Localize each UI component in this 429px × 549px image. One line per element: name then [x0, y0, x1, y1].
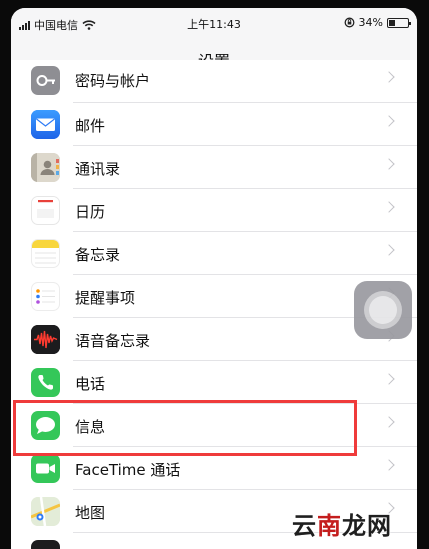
chevron-right-icon — [383, 416, 395, 428]
chevron-right-icon — [383, 244, 395, 256]
chevron-right-icon — [383, 373, 395, 385]
settings-row-label: 日历 — [75, 203, 106, 221]
watermark-logo: 云南龙网 — [292, 512, 392, 540]
settings-row-label: 提醒事项 — [75, 289, 136, 307]
calendar-icon — [31, 196, 60, 225]
phone-icon — [31, 368, 60, 397]
notes-icon — [31, 239, 60, 268]
facetime-icon — [31, 454, 60, 483]
settings-row-messages[interactable]: 信息 — [11, 404, 417, 447]
settings-row-contacts[interactable]: 通讯录 — [11, 146, 417, 189]
settings-row-label: FaceTime 通话 — [75, 461, 181, 479]
voice-memos-icon — [31, 325, 60, 354]
settings-row-notes[interactable]: 备忘录 — [11, 232, 417, 275]
settings-row-label: 地图 — [75, 504, 106, 522]
settings-row-label: 电话 — [75, 375, 106, 393]
settings-row-calendar[interactable]: 日历 — [11, 189, 417, 232]
battery-percent: 34% — [358, 16, 383, 29]
settings-row-phone[interactable]: 电话 — [11, 361, 417, 404]
settings-row-label: 密码与帐户 — [75, 72, 151, 90]
settings-row-label: 邮件 — [75, 117, 106, 135]
settings-row-label: 通讯录 — [75, 160, 121, 178]
chevron-right-icon — [383, 201, 395, 213]
device-frame: 中国电信 上午11:43 34% 密码与帐户 邮件 通讯录 日历 备忘录 提醒事… — [0, 0, 429, 549]
chevron-right-icon — [383, 71, 395, 83]
maps-icon — [31, 497, 60, 526]
chevron-right-icon — [383, 115, 395, 127]
status-right: 34% — [344, 16, 411, 29]
battery-fill — [389, 19, 395, 26]
battery-icon — [387, 17, 411, 28]
reminders-icon — [31, 282, 60, 311]
contacts-icon — [31, 153, 60, 182]
chevron-right-icon — [383, 459, 395, 471]
settings-row-label: 信息 — [75, 418, 106, 436]
settings-row-label: 备忘录 — [75, 246, 121, 264]
messages-icon — [31, 411, 60, 440]
key-icon — [31, 66, 60, 95]
app-icon — [31, 540, 60, 549]
chevron-right-icon — [383, 158, 395, 170]
orientation-lock-icon — [344, 17, 354, 28]
screen: 中国电信 上午11:43 34% 密码与帐户 邮件 通讯录 日历 备忘录 提醒事… — [11, 8, 417, 549]
mail-icon — [31, 110, 60, 139]
settings-row-mail[interactable]: 邮件 — [11, 103, 417, 146]
assistive-touch-button[interactable] — [354, 281, 412, 339]
settings-row-label: 语音备忘录 — [75, 332, 151, 350]
status-bar: 中国电信 上午11:43 34% — [11, 8, 417, 36]
settings-row-passwords[interactable]: 密码与帐户 — [11, 60, 417, 103]
settings-row-facetime[interactable]: FaceTime 通话 — [11, 447, 417, 490]
